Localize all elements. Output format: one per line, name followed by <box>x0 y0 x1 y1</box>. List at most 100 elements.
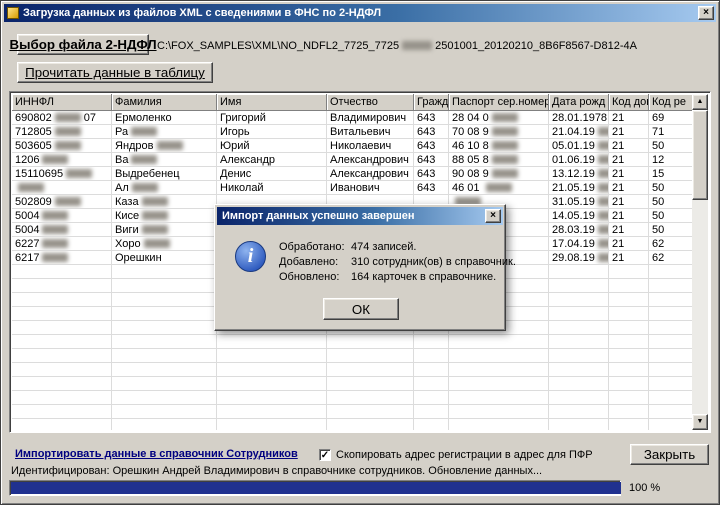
column-header[interactable]: Код док <box>609 94 649 111</box>
import-to-directory-link[interactable]: Импортировать данные в справочник Сотруд… <box>15 448 298 460</box>
table-cell: Денис <box>217 167 327 181</box>
dialog-title: Импорт данных успешно завершен <box>222 210 415 222</box>
close-icon[interactable]: × <box>698 6 714 20</box>
redacted-blur <box>42 253 69 262</box>
copy-address-checkbox-label: Скопировать адрес регистрации в адрес дл… <box>336 449 593 461</box>
scroll-down-icon[interactable]: ▼ <box>692 414 708 430</box>
table-cell: Виги <box>112 223 217 237</box>
table-cell: Иванович <box>327 181 414 195</box>
table-cell: Юрий <box>217 139 327 153</box>
table-cell: Владимирович <box>327 111 414 125</box>
redacted-blur <box>131 183 158 192</box>
table-cell: 21 <box>609 111 649 125</box>
scrollbar-thumb[interactable] <box>692 110 708 200</box>
table-row[interactable]: 690802 07 Ермоленко Григорий Владимирович 643… <box>12 111 692 125</box>
read-to-table-button[interactable]: Прочитать данные в таблицу <box>17 62 213 83</box>
table-cell <box>609 307 649 321</box>
table-cell <box>649 265 692 279</box>
table-row[interactable]: 712805 Ра Игорь Витальевич 643 70 08 9 21.04.1… <box>12 125 692 139</box>
redacted-blur <box>141 197 168 206</box>
redacted-blur <box>54 197 81 206</box>
column-header[interactable]: Гражд <box>414 94 449 111</box>
table-cell <box>609 279 649 293</box>
table-row[interactable]: Ал Николай Иванович 643 46 01 21.05.19 21 50 <box>12 181 692 195</box>
redacted-blur <box>597 141 608 150</box>
dialog-title-bar[interactable]: Импорт данных успешно завершен × <box>217 207 503 225</box>
app-window: Загрузка данных из файлов XML с сведения… <box>0 0 720 505</box>
copy-address-checkbox[interactable]: ✓ <box>319 449 331 461</box>
table-cell <box>549 279 609 293</box>
dialog-line-label: Обновлено: <box>279 271 340 283</box>
table-row[interactable]: 1206 Ва Александр Александрович 643 88 05 8 01… <box>12 153 692 167</box>
table-cell <box>649 279 692 293</box>
column-header[interactable]: Фамилия <box>112 94 217 111</box>
table-cell: Орешкин <box>112 251 217 265</box>
table-cell <box>549 391 609 405</box>
close-button[interactable]: Закрыть <box>630 444 709 465</box>
table-cell <box>112 307 217 321</box>
column-header[interactable]: Дата рожд <box>549 94 609 111</box>
table-cell <box>649 349 692 363</box>
table-cell <box>414 419 449 430</box>
table-cell: 643 <box>414 125 449 139</box>
table-row[interactable]: 15110695 Выдребенец Денис Александрович 643 9… <box>12 167 692 181</box>
table-cell <box>112 377 217 391</box>
dialog-message: Обработано: 474 записей. Добавлено: 310 со… <box>279 241 516 286</box>
table-cell <box>112 279 217 293</box>
dialog-line: Добавлено: 310 сотрудник(ов) в справочник… <box>279 256 516 271</box>
table-cell: 21 <box>609 167 649 181</box>
scrollbar-track[interactable] <box>692 200 708 414</box>
table-cell <box>649 391 692 405</box>
column-header[interactable]: Код ре <box>649 94 692 111</box>
column-header[interactable]: Имя <box>217 94 327 111</box>
vertical-scrollbar[interactable]: ▲ ▼ <box>692 94 708 430</box>
table-cell: 21 <box>609 251 649 265</box>
table-cell <box>549 335 609 349</box>
table-cell: 6217 <box>12 251 112 265</box>
column-header[interactable]: ИННФЛ <box>12 94 112 111</box>
table-cell: 21 <box>609 181 649 195</box>
table-row[interactable]: 503605 Яндров Юрий Николаевич 643 46 10 8 05.0… <box>12 139 692 153</box>
table-cell <box>549 419 609 430</box>
table-cell: 46 01 <box>449 181 549 195</box>
table-cell <box>327 419 414 430</box>
column-header[interactable]: Паспорт сер.номер <box>449 94 549 111</box>
select-file-button[interactable]: Выбор файла 2-НДФЛ <box>9 34 157 55</box>
redacted-blur <box>597 225 608 234</box>
table-cell: Александрович <box>327 167 414 181</box>
table-cell: 88 05 8 <box>449 153 549 167</box>
table-cell <box>217 349 327 363</box>
table-cell <box>12 335 112 349</box>
table-cell <box>549 377 609 391</box>
scroll-up-icon[interactable]: ▲ <box>692 94 708 110</box>
table-cell: 28.01.1978 <box>549 111 609 125</box>
table-row[interactable] <box>12 391 692 405</box>
table-cell <box>112 363 217 377</box>
table-cell <box>217 419 327 430</box>
table-cell: Ермоленко <box>112 111 217 125</box>
table-cell <box>649 405 692 419</box>
table-row[interactable] <box>12 377 692 391</box>
table-cell: Николай <box>217 181 327 195</box>
redacted-blur <box>597 169 608 178</box>
column-header[interactable]: Отчество <box>327 94 414 111</box>
dialog-close-icon[interactable]: × <box>485 209 501 223</box>
table-row[interactable] <box>12 363 692 377</box>
table-cell: 50 <box>649 181 692 195</box>
table-row[interactable] <box>12 335 692 349</box>
redacted-blur <box>141 225 168 234</box>
table-row[interactable] <box>12 349 692 363</box>
table-row[interactable] <box>12 405 692 419</box>
progress-bar <box>9 480 621 496</box>
title-bar[interactable]: Загрузка данных из файлов XML с сведения… <box>4 4 716 22</box>
table-cell <box>609 349 649 363</box>
table-cell <box>327 405 414 419</box>
redacted-blur <box>18 183 44 192</box>
table-row[interactable] <box>12 419 692 430</box>
table-cell <box>112 391 217 405</box>
redacted-blur <box>597 197 608 206</box>
ok-button[interactable]: ОК <box>323 298 399 320</box>
table-cell: 21.04.19 <box>549 125 609 139</box>
table-cell <box>609 363 649 377</box>
table-cell: 01.06.19 <box>549 153 609 167</box>
